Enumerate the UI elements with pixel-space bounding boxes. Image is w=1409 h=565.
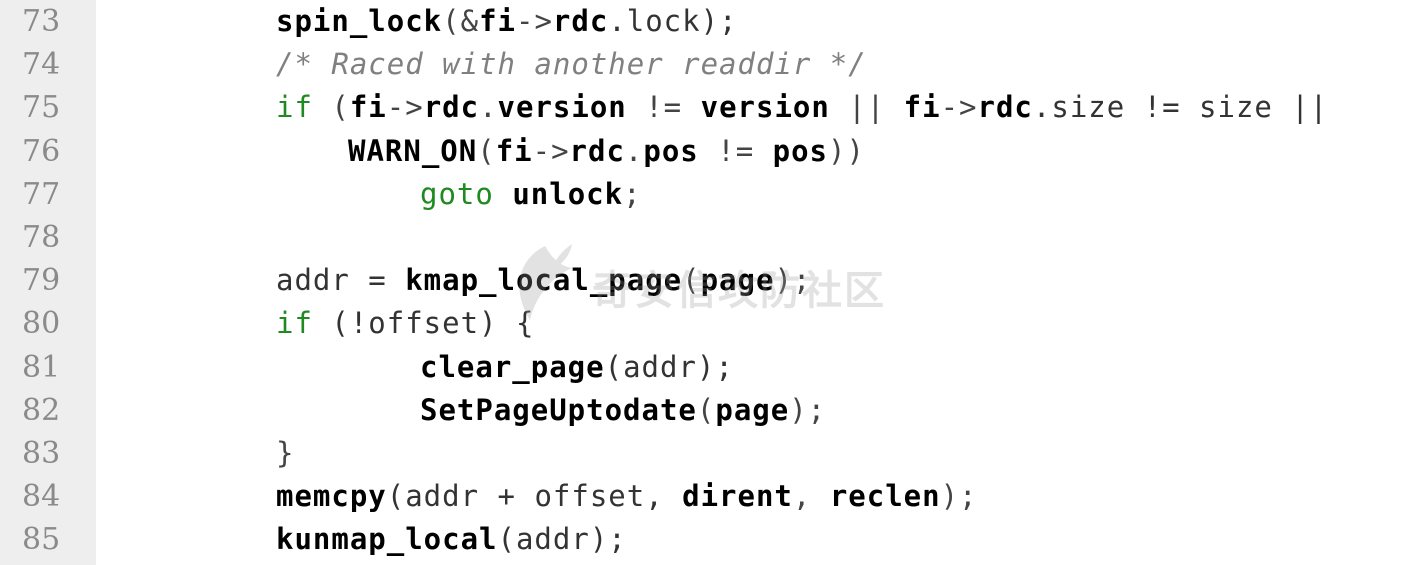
- line-number: 73: [22, 4, 61, 39]
- code-text: if (!offset) {: [276, 302, 534, 345]
- code-token: .: [479, 90, 498, 125]
- code-line: 82 SetPageUptodate(page);: [0, 389, 1409, 432]
- code-line: 75 if (fi->rdc.version != version || fi->…: [0, 86, 1409, 129]
- code-token: (addr);: [604, 349, 734, 384]
- code-token: );: [940, 479, 978, 514]
- code-token: ,: [792, 479, 830, 514]
- code-token: SetPageUptodate: [420, 392, 697, 427]
- line-number: 80: [22, 306, 61, 342]
- code-line: 80 if (!offset) {: [0, 302, 1409, 345]
- code-text: SetPageUptodate(page);: [420, 389, 826, 432]
- code-token: (: [682, 263, 701, 298]
- code-token: rdc: [977, 90, 1033, 125]
- code-line: 74 /* Raced with another readdir */: [0, 43, 1409, 86]
- code-token: !=: [626, 90, 701, 125]
- code-token: .: [624, 133, 644, 168]
- code-line: 85 kunmap_local(addr);: [0, 518, 1409, 561]
- line-number: 78: [22, 219, 61, 255]
- code-token: spin_lock: [276, 4, 443, 38]
- code-token: goto: [420, 176, 494, 211]
- code-token: .size != size ||: [1032, 90, 1329, 125]
- code-viewer: 73 spin_lock(&fi->rdc.lock); 74/* Raced wi…: [0, 0, 1409, 565]
- code-token: if: [276, 90, 313, 125]
- code-token: version: [497, 90, 627, 125]
- code-line: 81 clear_page(addr);: [0, 346, 1409, 389]
- code-token: kunmap_local: [276, 522, 498, 557]
- code-token: pos: [772, 133, 829, 168]
- code-token: rdc: [423, 90, 480, 125]
- code-token: if: [276, 306, 313, 341]
- line-number: 74: [22, 47, 61, 83]
- code-token: ->: [940, 90, 978, 125]
- code-token: rdc: [569, 133, 625, 168]
- code-line: 76 WARN_ON(fi->rdc.pos != pos)): [0, 130, 1409, 173]
- code-token: (: [312, 90, 350, 125]
- code-token: /* Raced with another readdir */: [276, 47, 867, 82]
- code-token: version: [700, 90, 830, 125]
- code-token: ->: [532, 133, 570, 168]
- code-text: clear_page(addr);: [420, 346, 734, 389]
- code-text: memcpy(addr + offset, dirent, reclen);: [276, 475, 978, 518]
- code-token: (addr + offset,: [386, 479, 683, 514]
- line-number: 84: [22, 479, 61, 515]
- code-token: )): [828, 133, 865, 168]
- code-token: (: [477, 133, 496, 168]
- code-token: clear_page: [420, 349, 605, 384]
- code-text: }: [276, 432, 294, 475]
- code-text: goto unlock;: [420, 173, 642, 216]
- code-token: addr =: [276, 263, 406, 298]
- code-token: }: [276, 435, 295, 470]
- code-token: unlock: [512, 176, 624, 211]
- code-line: 84 memcpy(addr + offset, dirent, reclen);: [0, 475, 1409, 518]
- code-token: ->: [515, 4, 553, 38]
- code-token: );: [774, 263, 812, 298]
- line-number: 81: [22, 349, 61, 385]
- code-token: (addr);: [497, 522, 627, 557]
- code-token: ->: [386, 90, 424, 125]
- code-line: 79 addr = kmap_local_page(page);: [0, 259, 1409, 302]
- code-token: (!offset) {: [312, 306, 535, 341]
- code-token: );: [789, 392, 827, 427]
- code-text: spin_lock(&fi->rdc.lock);: [276, 0, 738, 43]
- code-text: kunmap_local(addr);: [276, 518, 627, 561]
- code-line: 77 goto unlock;: [0, 173, 1409, 216]
- code-text: if (fi->rdc.version != version || fi->rd…: [276, 86, 1328, 129]
- code-token: reclen: [829, 479, 941, 514]
- line-number: 77: [22, 176, 61, 212]
- line-number: 83: [22, 435, 61, 471]
- code-token: WARN_ON: [348, 133, 478, 168]
- code-text: /* Raced with another readdir */: [276, 43, 867, 86]
- code-token: (&: [442, 4, 480, 38]
- code-token: dirent: [682, 479, 793, 514]
- code-token: ;: [623, 176, 642, 211]
- code-token: .lock);: [608, 4, 738, 38]
- code-token: rdc: [552, 4, 609, 38]
- code-token: (: [696, 392, 716, 427]
- code-token: page: [715, 392, 790, 427]
- code-token: fi: [495, 133, 533, 168]
- code-token: !=: [698, 133, 773, 168]
- code-token: memcpy: [276, 479, 387, 514]
- code-token: ||: [829, 90, 904, 125]
- code-token: fi: [903, 90, 941, 125]
- code-line: 73 spin_lock(&fi->rdc.lock);: [0, 0, 1409, 43]
- code-lines: 73 spin_lock(&fi->rdc.lock); 74/* Raced wi…: [0, 0, 1409, 561]
- code-text: addr = kmap_local_page(page);: [276, 259, 811, 302]
- code-token: fi: [479, 4, 516, 38]
- code-token: page: [700, 263, 775, 298]
- line-number: 85: [22, 522, 61, 558]
- code-line: 83}: [0, 432, 1409, 475]
- code-token: fi: [349, 90, 387, 125]
- line-number: 75: [22, 90, 61, 126]
- line-number: 82: [22, 392, 61, 428]
- code-line: 78: [0, 216, 1409, 259]
- code-token: kmap_local_page: [405, 263, 683, 298]
- code-text: WARN_ON(fi->rdc.pos != pos)): [348, 130, 865, 173]
- line-number: 76: [22, 133, 61, 169]
- line-number: 79: [22, 263, 61, 299]
- code-token: pos: [643, 133, 699, 168]
